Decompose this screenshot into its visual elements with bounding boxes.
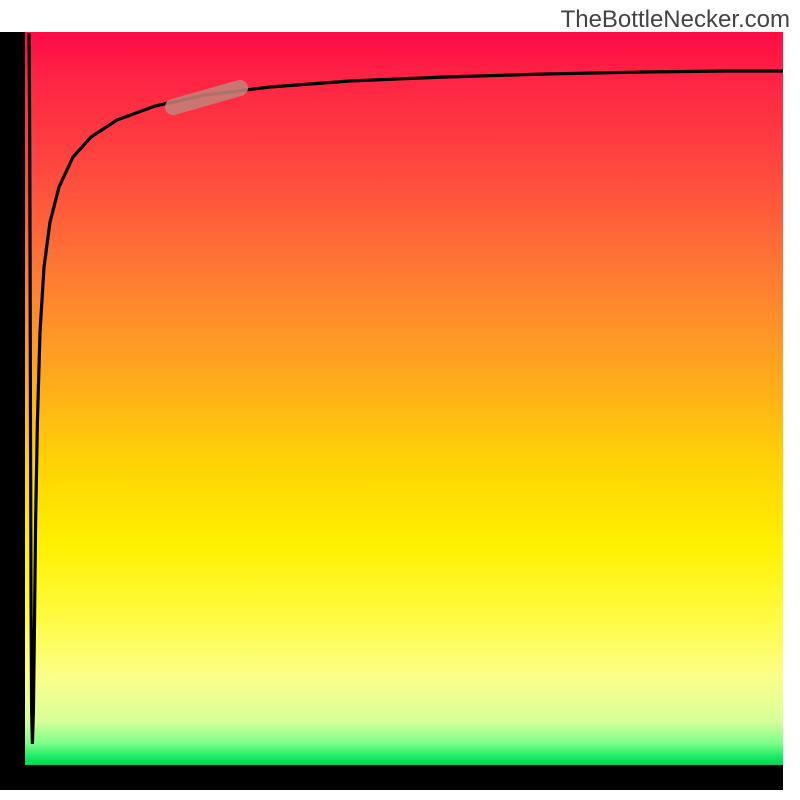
chart-container: TheBottleNecker.com: [0, 0, 800, 800]
highlight-marker: [173, 88, 240, 107]
watermark-text: TheBottleNecker.com: [561, 6, 790, 34]
curve-layer: [25, 32, 783, 765]
bottleneck-curve: [29, 33, 783, 744]
y-axis: [0, 32, 25, 765]
plot-area: [25, 32, 783, 765]
x-axis: [0, 765, 783, 790]
